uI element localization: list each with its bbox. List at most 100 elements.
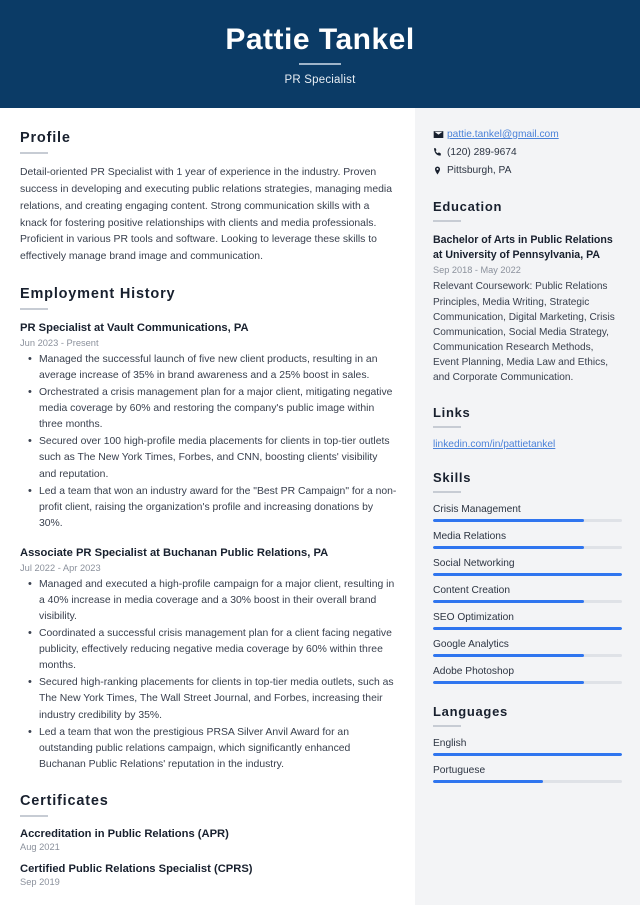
skill-label: Social Networking [433, 558, 515, 570]
sidebar-column: pattie.tankel@gmail.com (120) 289-9674 Pit… [415, 108, 640, 905]
employment-date: Jul 2022 - Apr 2023 [20, 562, 101, 573]
resume-page: Pattie Tankel PR Specialist Profile Deta… [0, 0, 640, 905]
employment-bullets: Managed the successful launch of five ne… [20, 351, 397, 532]
skills-heading: Skills [433, 470, 472, 486]
language-label: Portuguese [433, 765, 486, 777]
skill-bar [433, 519, 622, 523]
skill-bar [433, 546, 622, 550]
certificates-list: Accreditation in Public Relations (APR) A… [20, 828, 397, 887]
contact-row: (120) 289-9674 [433, 146, 622, 160]
skills-section: Skills Crisis Management Media Relations S… [433, 470, 622, 685]
education-heading: Education [433, 199, 503, 215]
candidate-job-title: PR Specialist [284, 73, 356, 86]
contact-text: Pittsburgh, PA [447, 164, 512, 176]
skill-label: Content Creation [433, 585, 511, 597]
certificate-entry: Accreditation in Public Relations (APR) A… [20, 828, 397, 852]
language: English [433, 738, 622, 757]
contact-text: (120) 289-9674 [447, 146, 517, 158]
skill: Content Creation [433, 585, 622, 604]
heading-underline [20, 308, 48, 311]
main-column: Profile Detail-oriented PR Specialist wi… [0, 108, 415, 905]
skill: Media Relations [433, 531, 622, 550]
email-link[interactable]: pattie.tankel@gmail.com [447, 128, 559, 142]
location-pin-icon [433, 165, 447, 176]
skill: Adobe Photoshop [433, 666, 622, 685]
language-label: English [433, 738, 467, 750]
heading-underline [20, 152, 48, 154]
employment-bullet: Orchestrated a crisis management plan fo… [28, 384, 397, 433]
candidate-name: Pattie Tankel [225, 22, 415, 56]
links-heading: Links [433, 405, 471, 421]
employment-bullet: Led a team that won an industry award fo… [28, 483, 397, 532]
linkedin-link[interactable]: linkedin.com/in/pattietankel [433, 439, 555, 450]
heading-underline [433, 426, 461, 429]
language-bar [433, 780, 622, 784]
education-degree: Bachelor of Arts in Public Relations at … [433, 234, 613, 262]
skill: Google Analytics [433, 639, 622, 658]
phone-icon [433, 147, 447, 157]
heading-underline [433, 491, 461, 494]
skill-bar-fill [433, 600, 585, 604]
skill-label: Media Relations [433, 531, 507, 543]
language-bar [433, 753, 622, 757]
resume-body: Profile Detail-oriented PR Specialist wi… [0, 108, 640, 905]
employment-bullet: Managed the successful launch of five ne… [28, 351, 397, 384]
employment-bullet: Led a team that won the prestigious PRSA… [28, 724, 397, 773]
skill-label: Crisis Management [433, 504, 521, 516]
heading-underline [433, 725, 461, 728]
skill-bar-fill [433, 546, 585, 550]
employment-bullets: Managed and executed a high-profile camp… [20, 576, 397, 774]
education-section: Education Bachelor of Arts in Public Rel… [433, 199, 622, 385]
languages-section: Languages English Portuguese [433, 704, 622, 784]
skills-list: Crisis Management Media Relations Social N… [433, 504, 622, 685]
languages-heading: Languages [433, 704, 508, 720]
employment-section: Employment History PR Specialist at Vaul… [20, 286, 397, 773]
skill-label: Google Analytics [433, 639, 509, 651]
employment-title: Associate PR Specialist at Buchanan Publ… [20, 547, 329, 559]
certificates-section: Certificates Accreditation in Public Rel… [20, 793, 397, 887]
skill-bar-fill [433, 573, 622, 577]
skill-bar-fill [433, 627, 622, 631]
resume-header: Pattie Tankel PR Specialist [0, 0, 640, 108]
links-section: Links linkedin.com/in/pattietankel [433, 405, 622, 450]
education-description: Relevant Coursework: Public Relations Pr… [433, 281, 615, 384]
language: Portuguese [433, 765, 622, 784]
header-divider [299, 62, 341, 65]
certificate-date: Sep 2019 [20, 877, 60, 888]
profile-heading: Profile [20, 130, 71, 146]
language-bar-fill [433, 780, 543, 784]
education-date: Sep 2018 - May 2022 [433, 265, 521, 276]
skill: Social Networking [433, 558, 622, 577]
contact-list: pattie.tankel@gmail.com (120) 289-9674 Pit… [433, 128, 622, 177]
skill: Crisis Management [433, 504, 622, 523]
profile-text: Detail-oriented PR Specialist with 1 yea… [20, 167, 392, 263]
link-item[interactable]: linkedin.com/in/pattietankel [433, 439, 622, 450]
languages-list: English Portuguese [433, 738, 622, 784]
employment-title: PR Specialist at Vault Communications, P… [20, 322, 249, 335]
skill-bar [433, 654, 622, 658]
employment-date: Jun 2023 - Present [20, 337, 99, 348]
skill-bar-fill [433, 519, 585, 523]
employment-entry: Associate PR Specialist at Buchanan Publ… [20, 546, 397, 773]
certificates-heading: Certificates [20, 793, 109, 810]
skill-bar [433, 600, 622, 604]
employment-bullet: Coordinated a successful crisis manageme… [28, 625, 397, 674]
contact-row[interactable]: pattie.tankel@gmail.com [433, 128, 622, 142]
envelope-icon [433, 129, 447, 140]
skill-bar [433, 573, 622, 577]
employment-entry: PR Specialist at Vault Communications, P… [20, 321, 397, 532]
employment-bullet: Secured over 100 high-profile media plac… [28, 433, 397, 482]
skill-bar [433, 681, 622, 685]
employment-bullet: Secured high-ranking placements for clie… [28, 674, 397, 723]
employment-bullet: Managed and executed a high-profile camp… [28, 576, 397, 625]
skill-label: SEO Optimization [433, 612, 514, 624]
heading-underline [20, 815, 48, 818]
contact-row: Pittsburgh, PA [433, 164, 622, 178]
skill-bar [433, 627, 622, 631]
skill-bar-fill [433, 681, 585, 685]
profile-section: Profile Detail-oriented PR Specialist wi… [20, 130, 397, 266]
certificate-date: Aug 2021 [20, 842, 60, 853]
skill-bar-fill [433, 654, 585, 658]
skill: SEO Optimization [433, 612, 622, 631]
certificate-entry: Certified Public Relations Specialist (C… [20, 863, 397, 887]
